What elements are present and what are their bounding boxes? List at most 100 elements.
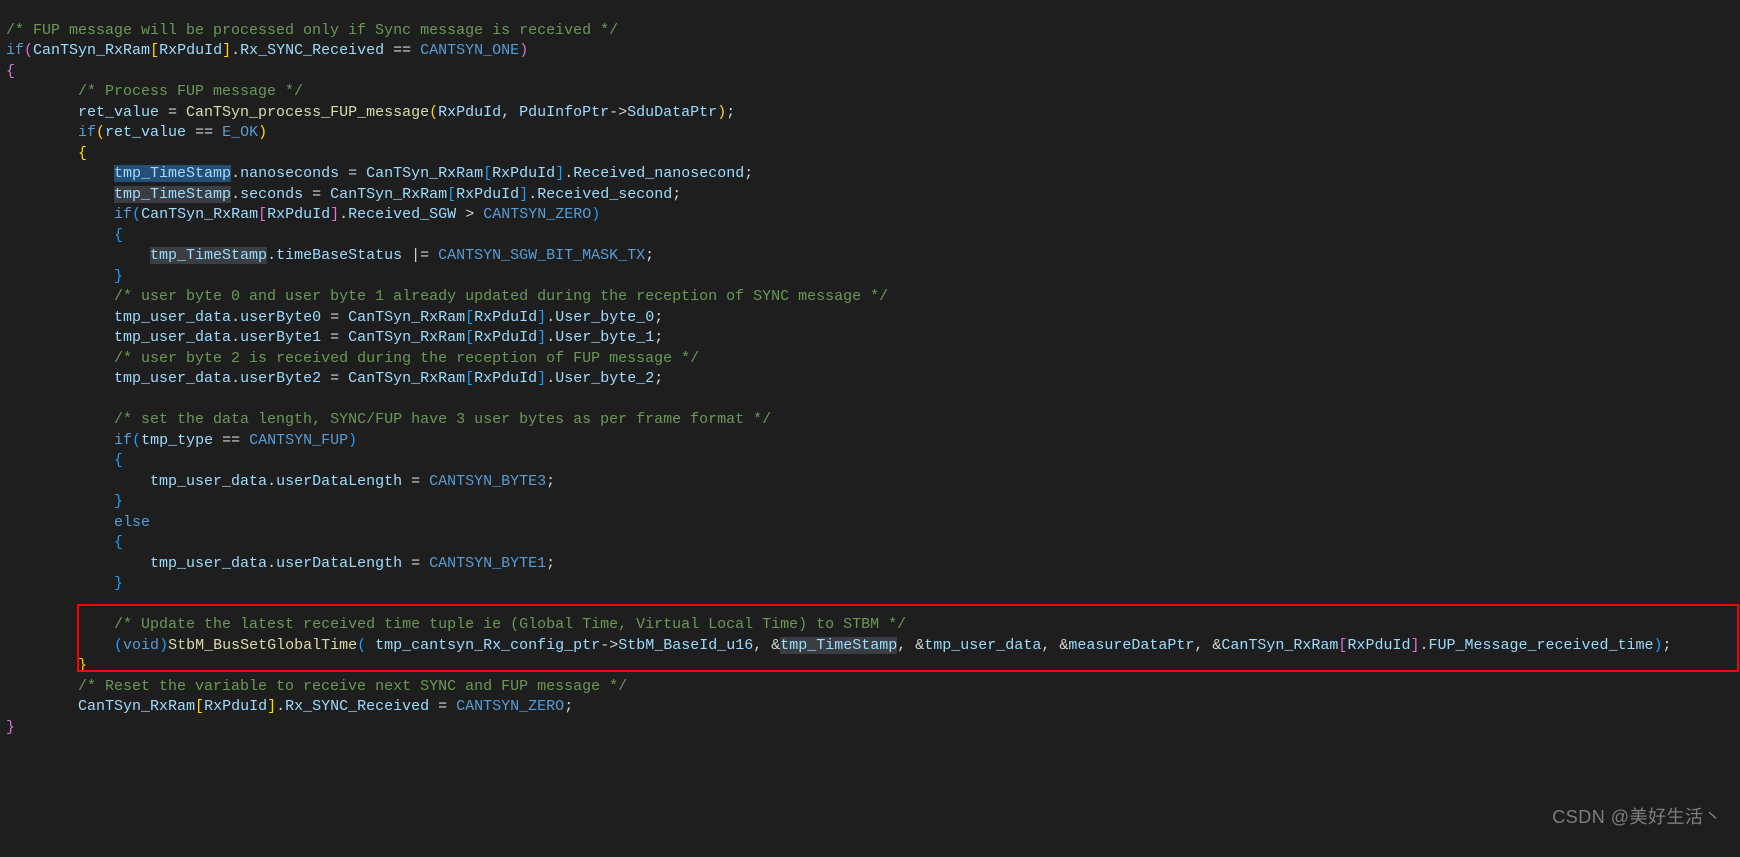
brace: } [78, 657, 87, 674]
paren: ( [114, 637, 123, 654]
bracket: [ [447, 186, 456, 203]
bracket: ] [537, 309, 546, 326]
dot: . [231, 329, 240, 346]
ident: CanTSyn_RxRam [141, 206, 258, 223]
dot: . [546, 370, 555, 387]
arg: PduInfoPtr [519, 104, 609, 121]
dot: . [231, 165, 240, 182]
dot: . [276, 698, 285, 715]
op: = [402, 473, 429, 490]
bracket: ] [222, 42, 231, 59]
op: -> [609, 104, 627, 121]
member: Received_SGW [348, 206, 456, 223]
member: StbM_BaseId_u16 [618, 637, 753, 654]
ident: RxPduId [474, 370, 537, 387]
selection-match: tmp_TimeStamp [780, 637, 897, 654]
semi: ; [1663, 637, 1672, 654]
const: CANTSYN_BYTE1 [429, 555, 546, 572]
ident: tmp_user_data [114, 309, 231, 326]
paren: ( [132, 206, 141, 223]
ident: tmp_TimeStamp [114, 165, 231, 182]
ident: RxPduId [492, 165, 555, 182]
arg: tmp_user_data [924, 637, 1041, 654]
dot: . [267, 247, 276, 264]
ident: RxPduId [204, 698, 267, 715]
paren: ) [159, 637, 168, 654]
brace: } [114, 575, 123, 592]
brace: { [114, 227, 123, 244]
paren-open: ( [24, 42, 33, 59]
member: userByte2 [240, 370, 321, 387]
paren: ) [717, 104, 726, 121]
brace: } [6, 719, 15, 736]
ident: RxPduId [159, 42, 222, 59]
code-comment: /* set the data length, SYNC/FUP have 3 … [114, 411, 771, 428]
dot: . [231, 186, 240, 203]
comma: , [501, 104, 519, 121]
op: = [402, 555, 429, 572]
ident: tmp_type [141, 432, 213, 449]
watermark-text: CSDN @美好生活丶 [1552, 807, 1722, 828]
const: CANTSYN_ZERO [483, 206, 591, 223]
comma: , & [753, 637, 780, 654]
ident: RxPduId [456, 186, 519, 203]
bracket: ] [537, 370, 546, 387]
bracket: ] [519, 186, 528, 203]
ident: CanTSyn_RxRam [330, 186, 447, 203]
semi: ; [654, 329, 663, 346]
space [366, 637, 375, 654]
member: Received_nanosecond [573, 165, 744, 182]
kw-if: if [6, 42, 24, 59]
op: = [321, 309, 348, 326]
paren: ( [357, 637, 366, 654]
member: User_byte_1 [555, 329, 654, 346]
const: CANTSYN_ONE [420, 42, 519, 59]
paren: ) [348, 432, 357, 449]
arg: measureDataPtr [1068, 637, 1194, 654]
ident: CanTSyn_RxRam [348, 309, 465, 326]
paren-close: ) [519, 42, 528, 59]
brace: { [114, 452, 123, 469]
semi: ; [726, 104, 735, 121]
code-comment: /* Process FUP message */ [78, 83, 303, 100]
kw-if: if [78, 124, 96, 141]
bracket: [ [465, 309, 474, 326]
dot: . [231, 42, 240, 59]
member: userByte1 [240, 329, 321, 346]
op: |= [402, 247, 438, 264]
ident: tmp_TimeStamp [780, 637, 897, 654]
member: Rx_SYNC_Received [285, 698, 429, 715]
ident: CanTSyn_RxRam [348, 329, 465, 346]
paren: ) [258, 124, 267, 141]
brace: { [6, 63, 15, 80]
bracket: ] [555, 165, 564, 182]
ident: tmp_user_data [150, 555, 267, 572]
func: StbM_BusSetGlobalTime [168, 637, 357, 654]
ident: ret_value [105, 124, 186, 141]
member: userDataLength [276, 555, 402, 572]
bracket: [ [465, 329, 474, 346]
ident: CanTSyn_RxRam [33, 42, 150, 59]
brace: } [114, 268, 123, 285]
op: = [159, 104, 186, 121]
code-comment: /* user byte 0 and user byte 1 already u… [114, 288, 888, 305]
member: userDataLength [276, 473, 402, 490]
ident: CanTSyn_RxRam [78, 698, 195, 715]
comma: , & [1194, 637, 1221, 654]
bracket: [ [195, 698, 204, 715]
ident: tmp_user_data [150, 473, 267, 490]
op: == [213, 432, 249, 449]
dot: . [528, 186, 537, 203]
ident: RxPduId [1347, 637, 1410, 654]
semi: ; [654, 370, 663, 387]
paren: ( [132, 432, 141, 449]
semi: ; [564, 698, 573, 715]
comma: , & [1041, 637, 1068, 654]
semi: ; [744, 165, 753, 182]
dot: . [546, 309, 555, 326]
bracket: ] [267, 698, 276, 715]
semi: ; [672, 186, 681, 203]
const: CANTSYN_FUP [249, 432, 348, 449]
op: = [429, 698, 456, 715]
selection-highlight: tmp_TimeStamp [114, 165, 231, 182]
